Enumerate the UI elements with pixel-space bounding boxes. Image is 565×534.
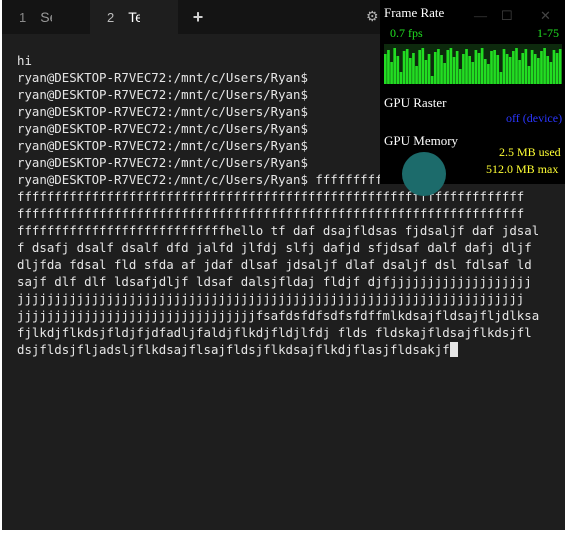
- frame-bar: [496, 55, 500, 84]
- terminal-line: dljfda fdsal fld sfda af jdaf dlsaf jdsa…: [17, 257, 532, 272]
- frame-bar: [512, 51, 515, 84]
- terminal-line: ffffffffffffffffffffffffffffffffffffffff…: [17, 189, 525, 204]
- frame-bar: [508, 57, 512, 84]
- frame-bar: [527, 66, 531, 84]
- plus-icon: +: [192, 6, 204, 27]
- frame-bar: [430, 76, 434, 84]
- frame-bar: [387, 50, 390, 84]
- frame-bar: [446, 50, 450, 84]
- new-tab-button[interactable]: +: [186, 0, 210, 34]
- frame-bar: [493, 50, 496, 84]
- frame-bar: [384, 54, 387, 84]
- frame-bar: [487, 64, 490, 84]
- frame-bar: [552, 50, 556, 84]
- frame-bar: [458, 69, 462, 84]
- frame-rate-graph: [384, 44, 562, 84]
- terminal-line: sajf dlf dlf ldsafjdljf ldsaf dalsjfldaj…: [17, 274, 532, 289]
- gpu-raster-status: off (device): [506, 111, 563, 125]
- memory-used: 2.5 MB used: [499, 145, 561, 159]
- memory-gauge: [402, 152, 446, 196]
- frame-bar: [483, 59, 487, 84]
- gear-icon[interactable]: ⚙: [366, 9, 380, 23]
- frame-bar: [540, 51, 543, 84]
- frame-bar: [427, 54, 431, 84]
- tab-2-number: 2: [107, 9, 115, 25]
- frame-bar: [424, 60, 428, 84]
- frame-bar: [468, 56, 471, 84]
- frame-bar: [549, 62, 553, 84]
- terminal-line: jjjjjjjjjjjjjjjjjjjjjjjjjjjjjjjjjjjjjjjj…: [17, 291, 525, 306]
- frame-bar: [402, 51, 406, 84]
- tab-2-title: Te: [128, 9, 141, 25]
- frame-bar: [415, 66, 418, 84]
- fps-meter-overlay: — ☐ ✕ Frame Rate 0.7 fps 1-75 GPU Raster…: [380, 0, 565, 196]
- frame-bar: [477, 53, 481, 84]
- frame-bar: [474, 50, 478, 84]
- memory-max: 512.0 MB max: [486, 162, 559, 176]
- gpu-memory-label: GPU Memory: [384, 133, 459, 148]
- terminal-line: ffffffffffffffffffffffffffffhello tf daf…: [17, 223, 540, 238]
- terminal-line: fjlkdjflkdsjfldjfjdfadljfaldjflkdjfldjlf…: [17, 325, 532, 340]
- terminal-line: ffffffffffffffffffffffffffffffffffffffff…: [17, 206, 525, 221]
- frame-bar: [421, 48, 425, 84]
- frame-bar: [393, 48, 397, 84]
- frame-bar: [515, 48, 518, 84]
- frame-bar: [418, 50, 421, 84]
- fps-range: 1-75: [537, 26, 559, 40]
- tab-2[interactable]: 2 Te: [90, 0, 178, 34]
- frame-bar: [455, 51, 459, 84]
- frame-bar: [518, 60, 521, 84]
- frame-bar: [546, 56, 550, 84]
- minimize-icon: —: [474, 8, 487, 23]
- frame-bar: [537, 58, 540, 84]
- terminal-line: dsjfldsjfljadsljflkdsajflsajfldsjflkdsaj…: [17, 341, 557, 358]
- frame-bar: [433, 52, 437, 84]
- block-cursor: [449, 342, 458, 357]
- terminal-line: jjjjjjjjjjjjjjjjjjjjjjjjjjjjjjjjfsafdsfd…: [17, 308, 540, 323]
- frame-bar: [462, 54, 465, 84]
- frame-bar: [480, 48, 484, 84]
- frame-bar: [399, 72, 403, 84]
- frame-bar: [502, 49, 506, 84]
- frame-bar: [543, 48, 546, 84]
- frame-bar: [490, 51, 493, 84]
- frame-rate-label: Frame Rate: [384, 5, 445, 20]
- frame-bar: [440, 55, 443, 84]
- frame-bar: [408, 58, 412, 84]
- close-icon: ✕: [540, 8, 551, 23]
- gpu-raster-label: GPU Raster: [384, 95, 447, 110]
- frame-bar: [449, 48, 453, 84]
- tab-1[interactable]: 1 Se: [2, 0, 88, 34]
- frame-bar: [412, 53, 415, 84]
- frame-rate-bars: [384, 48, 562, 84]
- frame-bar: [437, 49, 440, 84]
- frame-bar: [505, 54, 509, 84]
- frame-bar: [471, 62, 475, 84]
- frame-bar: [533, 54, 537, 84]
- maximize-icon: ☐: [501, 8, 513, 23]
- fps-value: 0.7 fps: [390, 26, 423, 40]
- frame-bar: [555, 53, 559, 84]
- frame-bar: [390, 62, 393, 84]
- tab-1-number: 1: [19, 9, 27, 25]
- frame-bar: [524, 49, 528, 84]
- frame-bar: [521, 53, 525, 84]
- frame-bar: [443, 63, 446, 84]
- frame-bar: [465, 49, 468, 84]
- tab-1-title: Se: [40, 9, 52, 25]
- frame-bar: [499, 72, 503, 84]
- frame-bar: [405, 49, 409, 84]
- frame-bar: [452, 57, 456, 84]
- frame-bar: [396, 56, 400, 84]
- frame-bar: [530, 50, 534, 84]
- frame-bar: [558, 49, 562, 84]
- terminal-line: f dsafj dsalf dsalf dfd jalfd jlfdj slfj…: [17, 240, 532, 255]
